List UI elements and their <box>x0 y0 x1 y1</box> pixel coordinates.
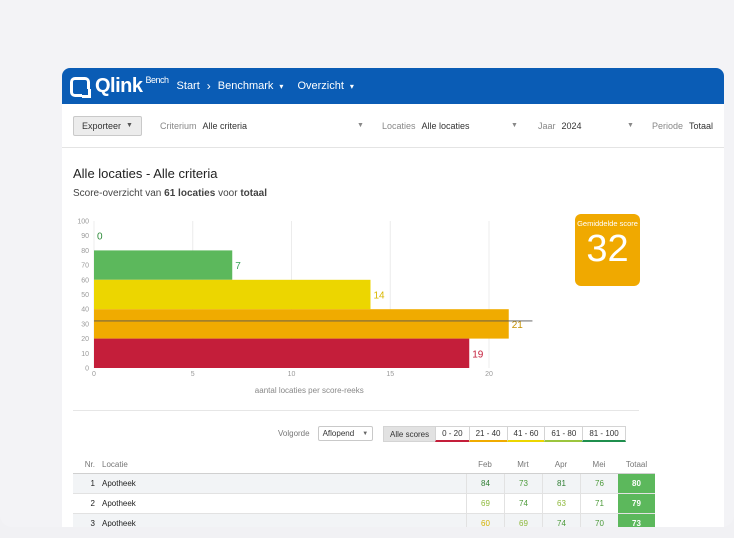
y-tick-label: 50 <box>81 292 89 299</box>
chart-bar <box>94 279 371 310</box>
x-tick-label: 0 <box>92 371 96 378</box>
row-score-apr: 74 <box>542 514 580 527</box>
col-mrt[interactable]: Mrt <box>504 456 542 473</box>
row-score-apr: 63 <box>542 494 580 513</box>
y-tick-label: 0 <box>85 366 89 373</box>
col-nr[interactable]: Nr. <box>73 460 99 469</box>
row-score-feb: 84 <box>466 474 504 493</box>
x-tick-label: 15 <box>386 371 394 378</box>
row-score-feb: 69 <box>466 494 504 513</box>
y-tick-label: 60 <box>81 277 89 284</box>
row-score-apr: 81 <box>542 474 580 493</box>
average-score-value: 32 <box>586 228 629 270</box>
row-total: 73 <box>618 514 655 527</box>
x-axis-label: aantal locaties per score-reeks <box>255 386 364 395</box>
score-range-filter: Alle scores 0 - 20 21 - 40 41 - 60 61 - 80 81… <box>383 426 626 442</box>
row-location: Apotheek <box>102 479 136 488</box>
row-number: 1 <box>90 479 95 488</box>
row-number: 2 <box>90 499 95 508</box>
divider <box>73 410 639 411</box>
row-score-mei: 70 <box>580 514 618 527</box>
score-range-option[interactable]: 41 - 60 <box>506 426 546 442</box>
screenshot-background: Qlink Bench Start › Benchmark ▾ Overzich… <box>0 0 734 527</box>
sort-value: Aflopend <box>322 429 355 438</box>
bar-value-label: 0 <box>97 232 103 243</box>
bar-value-label: 14 <box>374 291 386 302</box>
row-score-mrt: 74 <box>504 494 542 513</box>
chart-bar <box>94 309 509 339</box>
x-tick-label: 10 <box>288 371 296 378</box>
y-tick-label: 40 <box>81 307 89 314</box>
chart-bar <box>94 338 470 368</box>
score-range-option[interactable]: Alle scores <box>383 426 437 442</box>
sort-select[interactable]: Aflopend ▼ <box>317 426 374 441</box>
table-header: Nr. Locatie Feb Mrt Apr Mei Totaal <box>73 456 655 474</box>
bar-value-label: 21 <box>512 320 524 331</box>
col-mei[interactable]: Mei <box>580 456 618 473</box>
score-range-option[interactable]: 21 - 40 <box>468 426 508 442</box>
bar-value-label: 19 <box>472 349 484 360</box>
row-score-mrt: 69 <box>504 514 542 527</box>
row-score-feb: 60 <box>466 514 504 527</box>
average-score-label: Gemiddelde score <box>577 219 638 228</box>
y-tick-label: 30 <box>81 321 89 328</box>
y-tick-label: 100 <box>77 219 89 226</box>
row-number: 3 <box>90 519 95 527</box>
y-tick-label: 20 <box>81 336 89 343</box>
chart-bar <box>94 250 233 280</box>
average-score-badge: Gemiddelde score 32 <box>575 214 640 286</box>
row-total: 79 <box>618 494 655 513</box>
col-totaal[interactable]: Totaal <box>618 456 655 473</box>
locations-table: Nr. Locatie Feb Mrt Apr Mei Totaal 1 Apot… <box>73 456 655 527</box>
x-tick-label: 20 <box>485 371 493 378</box>
col-apr[interactable]: Apr <box>542 456 580 473</box>
x-tick-label: 5 <box>191 371 195 378</box>
table-row[interactable]: 1 Apotheek 84 73 81 76 80 <box>73 474 655 494</box>
y-tick-label: 90 <box>81 233 89 240</box>
row-location: Apotheek <box>102 519 136 527</box>
row-location: Apotheek <box>102 499 136 508</box>
col-locatie[interactable]: Locatie <box>99 460 466 469</box>
score-range-option[interactable]: 61 - 80 <box>544 426 584 442</box>
app-window: Qlink Bench Start › Benchmark ▾ Overzich… <box>62 68 724 527</box>
caret-down-icon: ▼ <box>362 430 369 437</box>
y-tick-label: 10 <box>81 351 89 358</box>
row-score-mrt: 73 <box>504 474 542 493</box>
table-body: 1 Apotheek 84 73 81 76 80 2 Apotheek 69 74 63 71 79 3 A… <box>73 474 655 527</box>
sort-control: Volgorde Aflopend ▼ <box>278 426 374 441</box>
row-total: 80 <box>618 474 655 493</box>
table-row[interactable]: 3 Apotheek 60 69 74 70 73 <box>73 514 655 527</box>
score-range-option[interactable]: 0 - 20 <box>435 426 470 442</box>
sort-label: Volgorde <box>278 429 310 438</box>
col-feb[interactable]: Feb <box>466 456 504 473</box>
y-tick-label: 70 <box>81 263 89 270</box>
table-row[interactable]: 2 Apotheek 69 74 63 71 79 <box>73 494 655 514</box>
bar-value-label: 7 <box>235 261 241 272</box>
row-score-mei: 76 <box>580 474 618 493</box>
y-tick-label: 80 <box>81 248 89 255</box>
score-range-option[interactable]: 81 - 100 <box>582 426 626 442</box>
row-score-mei: 71 <box>580 494 618 513</box>
